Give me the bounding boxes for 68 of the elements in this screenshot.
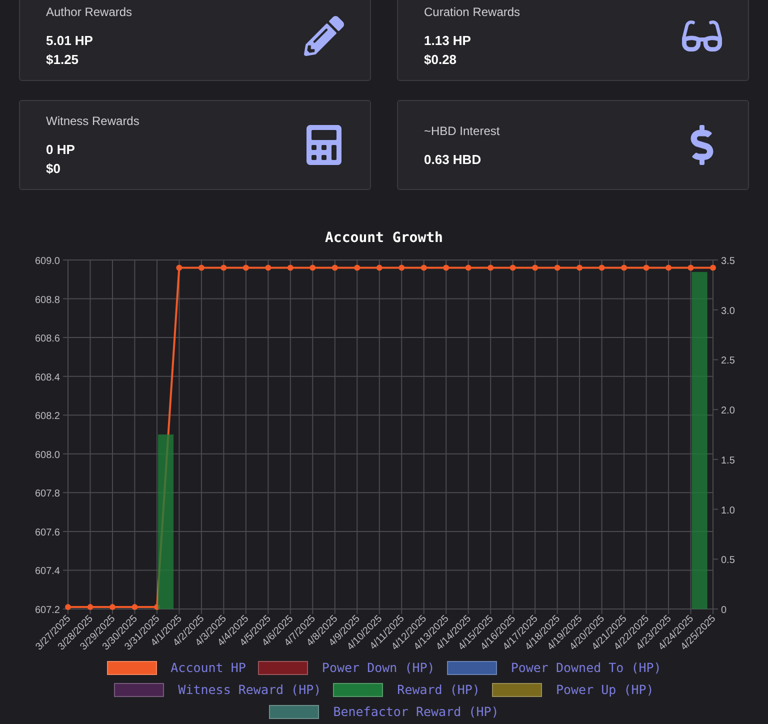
chart-title: Account Growth (324, 229, 443, 248)
y-axis-label: 3.5 (721, 256, 735, 267)
legend-label[interactable]: Reward (HP) (397, 680, 480, 700)
data-point (176, 264, 182, 271)
y-axis-label: 607.4 (34, 566, 60, 578)
card-label: ~HBD Interest (424, 122, 500, 140)
data-point (688, 264, 694, 271)
y-axis-label: 608.0 (34, 450, 60, 461)
data-point (310, 264, 316, 271)
legend-label[interactable]: Power Down (HP) (322, 659, 435, 678)
data-point (242, 264, 249, 271)
data-point (65, 604, 71, 610)
data-point (376, 264, 382, 271)
data-point (576, 264, 583, 271)
legend-label[interactable]: Benefactor Reward (HP) (333, 702, 499, 722)
y-axis-label: 608.4 (34, 372, 60, 384)
y-axis-label: 609.0 (34, 256, 60, 267)
card-label: Curation Rewards (424, 4, 520, 21)
data-point (265, 264, 272, 271)
y-axis-label: 2.5 (721, 356, 735, 367)
y-axis-label: 2.0 (721, 406, 735, 417)
data-point (132, 604, 138, 610)
legend-label[interactable]: Witness Reward (HP) (178, 680, 322, 700)
y-axis-label: 1.5 (721, 455, 735, 466)
y-axis-label: 1.0 (721, 505, 735, 516)
legend-label[interactable]: Power Downed To (HP) (510, 659, 662, 678)
data-point (287, 264, 294, 271)
y-axis-label: 607.2 (34, 605, 60, 616)
data-point (488, 264, 494, 271)
data-point (443, 264, 450, 271)
y-axis-label: 608.6 (34, 334, 60, 345)
card-value: $1.25 (46, 51, 80, 69)
y-axis-label: 0 (721, 605, 727, 616)
card-label: Witness Rewards (46, 113, 140, 130)
y-axis-label: 608.2 (34, 411, 60, 422)
card-label: Author Rewards (46, 4, 132, 21)
data-point (710, 264, 716, 271)
card-value: $0.28 (424, 51, 458, 69)
data-point (666, 264, 672, 271)
card-value: 0.63 HBD (424, 150, 482, 168)
card-value: 0 HP (46, 141, 76, 159)
data-point (510, 264, 516, 271)
legend-label[interactable]: Account HP (170, 659, 246, 678)
card-value: $0 (46, 160, 62, 178)
pencil-icon (304, 16, 344, 56)
data-point (398, 264, 405, 271)
data-point (332, 264, 338, 271)
data-point (554, 264, 560, 271)
y-axis-label: 608.8 (34, 294, 60, 306)
data-point (87, 604, 94, 610)
data-point (220, 264, 227, 271)
data-point (198, 264, 204, 271)
y-axis-label: 3.0 (721, 306, 735, 317)
y-axis-label: 607.8 (34, 488, 60, 500)
data-point (465, 264, 472, 271)
data-point (598, 264, 605, 271)
data-point (621, 264, 628, 271)
card-value: 1.13 HP (424, 32, 472, 50)
card-value: 5.01 HP (46, 32, 94, 50)
y-axis-label: 0.5 (721, 555, 735, 566)
data-point (532, 264, 538, 271)
data-point (354, 264, 360, 271)
data-point (420, 264, 427, 271)
y-axis-label: 607.6 (34, 527, 60, 538)
legend-label[interactable]: Power Up (HP) (556, 680, 654, 700)
calculator-icon (304, 125, 344, 165)
data-point (109, 604, 116, 610)
data-point (643, 264, 650, 271)
